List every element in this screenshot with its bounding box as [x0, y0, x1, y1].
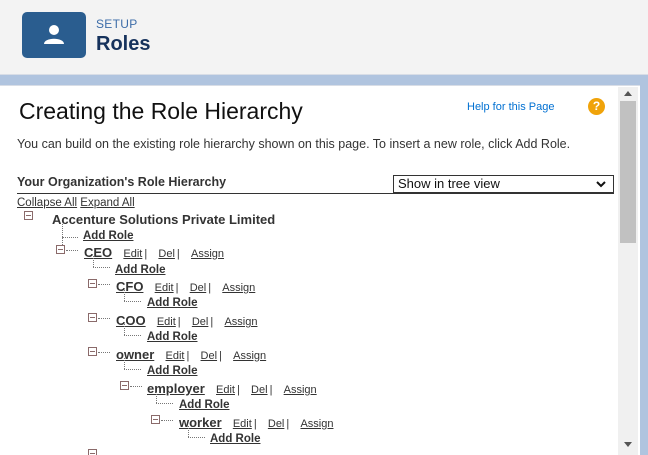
collapse-toggle-icon[interactable] — [88, 449, 97, 455]
page-title: Roles — [96, 33, 151, 55]
add-role-link[interactable]: Add Role — [147, 331, 197, 343]
edit-link[interactable]: Edit — [155, 282, 174, 294]
edit-link[interactable]: Edit — [123, 248, 142, 260]
edit-link[interactable]: Edit — [166, 350, 185, 362]
add-role-link[interactable]: Add Role — [210, 433, 260, 445]
del-link[interactable]: Del — [190, 282, 207, 294]
tree-connector — [66, 250, 78, 251]
tree-connector — [130, 386, 142, 387]
edit-link[interactable]: Edit — [216, 384, 235, 396]
tree-connector — [161, 420, 173, 421]
role-tree: Accenture Solutions Private Limited Add … — [0, 86, 610, 455]
tree-root: Accenture Solutions Private Limited — [52, 212, 275, 227]
tree-connector — [124, 301, 141, 302]
collapse-toggle-icon[interactable] — [120, 381, 129, 390]
scroll-up-icon[interactable] — [624, 91, 632, 96]
scroll-thumb[interactable] — [620, 101, 636, 243]
collapse-toggle-icon[interactable] — [56, 245, 65, 254]
separator: | — [286, 418, 290, 430]
tree-connector — [124, 335, 141, 336]
separator: | — [177, 316, 181, 328]
separator: | — [208, 282, 212, 294]
role-node-coo: COO Edit | Del | Assign — [116, 313, 257, 328]
del-link[interactable]: Del — [201, 350, 218, 362]
separator: | — [269, 384, 273, 396]
separator: | — [176, 248, 180, 260]
collapse-toggle-icon[interactable] — [24, 211, 33, 220]
edit-link[interactable]: Edit — [233, 418, 252, 430]
separator: | — [175, 282, 179, 294]
separator: | — [144, 248, 148, 260]
vertical-scrollbar[interactable] — [618, 87, 638, 455]
separator: | — [236, 384, 240, 396]
tree-connector — [98, 318, 110, 319]
del-link[interactable]: Del — [251, 384, 268, 396]
del-link[interactable]: Del — [268, 418, 285, 430]
tree-connector — [188, 426, 189, 437]
scroll-down-icon[interactable] — [624, 442, 632, 447]
add-role-link[interactable]: Add Role — [83, 230, 133, 242]
assign-link[interactable]: Assign — [284, 384, 317, 396]
del-link[interactable]: Del — [192, 316, 209, 328]
add-role-link[interactable]: Add Role — [179, 399, 229, 411]
role-node-worker: worker Edit | Del | Assign — [179, 415, 333, 430]
tree-connector — [124, 369, 141, 370]
tree-connector — [93, 256, 94, 267]
add-role-link[interactable]: Add Role — [147, 365, 197, 377]
separator: | — [253, 418, 257, 430]
tree-connector — [98, 352, 110, 353]
add-role-link[interactable]: Add Role — [147, 297, 197, 309]
tree-connector — [156, 403, 173, 404]
collapse-toggle-icon[interactable] — [88, 347, 97, 356]
tree-connector — [124, 358, 125, 369]
separator: | — [186, 350, 190, 362]
collapse-toggle-icon[interactable] — [88, 279, 97, 288]
breadcrumb[interactable]: SETUP — [96, 17, 138, 31]
role-name-worker[interactable]: worker — [179, 415, 222, 430]
role-name-coo[interactable]: COO — [116, 313, 146, 328]
tree-connector — [124, 324, 125, 335]
tree-connector — [98, 284, 110, 285]
tree-connector — [124, 290, 125, 301]
edit-link[interactable]: Edit — [157, 316, 176, 328]
role-node-owner: owner Edit | Del | Assign — [116, 347, 266, 362]
collapse-toggle-icon[interactable] — [88, 313, 97, 322]
page-header: SETUP Roles — [0, 0, 648, 75]
separator: | — [210, 316, 214, 328]
role-name-ceo[interactable]: CEO — [84, 245, 112, 260]
assign-link[interactable]: Assign — [224, 316, 257, 328]
role-name-cfo[interactable]: CFO — [116, 279, 143, 294]
user-icon — [22, 12, 86, 58]
tree-connector — [156, 392, 157, 403]
role-node-ceo: CEO Edit | Del | Assign — [84, 245, 224, 260]
separator: | — [219, 350, 222, 362]
assign-link[interactable]: Assign — [191, 248, 224, 260]
add-role-link[interactable]: Add Role — [115, 264, 165, 276]
role-node-employer: employer Edit | Del | Assign — [147, 381, 317, 396]
assign-link[interactable]: Assign — [300, 418, 333, 430]
root-org-name: Accenture Solutions Private Limited — [52, 212, 276, 227]
del-link[interactable]: Del — [158, 248, 175, 260]
tree-connector — [93, 267, 110, 268]
assign-link[interactable]: Assign — [233, 350, 266, 362]
main-content: Creating the Role Hierarchy Help for thi… — [0, 85, 640, 455]
assign-link[interactable]: Assign — [222, 282, 255, 294]
tree-connector — [62, 224, 63, 245]
role-name-owner[interactable]: owner — [116, 347, 154, 362]
role-node-cfo: CFO Edit | Del | Assign — [116, 279, 255, 294]
tree-connector — [188, 437, 205, 438]
collapse-toggle-icon[interactable] — [151, 415, 160, 424]
tree-connector — [62, 237, 78, 238]
